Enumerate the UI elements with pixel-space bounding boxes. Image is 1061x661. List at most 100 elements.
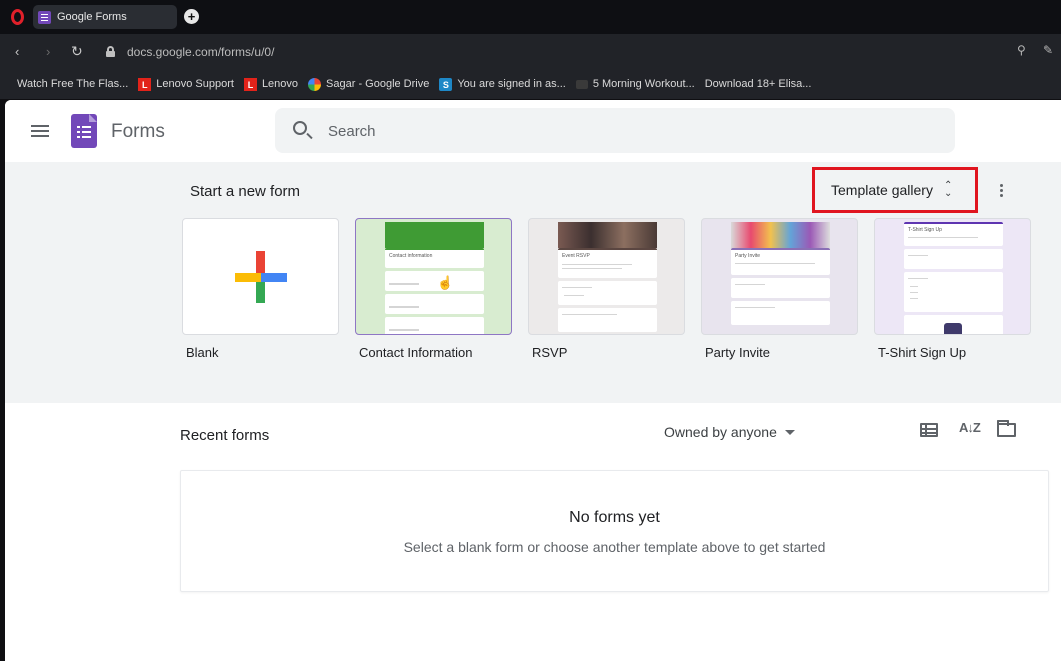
owner-filter-label: Owned by anyone [664, 424, 777, 440]
back-arrow-icon[interactable]: ‹ [15, 44, 19, 59]
template-rsvp[interactable]: Event RSVP RSVP [528, 218, 685, 360]
bookmark-label: Sagar - Google Drive [326, 78, 430, 90]
search-bar[interactable]: Search [275, 108, 955, 153]
logo-dot [77, 131, 80, 133]
template-name: Party Invite [705, 345, 771, 360]
lenovo-icon: L [243, 77, 257, 91]
tab-google-forms[interactable]: Google Forms [33, 5, 177, 29]
more-options-icon[interactable] [1000, 184, 1004, 198]
bookmark-item[interactable]: Watch Free The Flas... [5, 78, 129, 182]
recent-forms-section: Recent forms Owned by anyone A↓Z No form… [5, 403, 1061, 661]
url-field[interactable]: docs.google.com/forms/u/0/ [127, 45, 274, 59]
mini-question-card [558, 308, 657, 332]
bookmark-item[interactable]: 5 Morning Workout... [575, 78, 695, 90]
mini-form-title: T-Shirt Sign Up [908, 227, 942, 233]
template-thumbnail[interactable]: Event RSVP [528, 218, 685, 335]
forms-logo-icon[interactable] [71, 114, 97, 148]
template-name: T-Shirt Sign Up [878, 345, 967, 360]
bookmark-item[interactable]: Download 18+ Elisa... [5, 78, 812, 182]
template-thumbnail[interactable]: Contact information ☝ [355, 218, 512, 335]
mini-title-card: Event RSVP [558, 248, 657, 278]
mini-question-card [731, 278, 830, 298]
logo-dot [77, 126, 80, 128]
main-menu-icon[interactable] [31, 125, 49, 127]
owner-filter-dropdown[interactable]: Owned by anyone [664, 424, 795, 440]
zoom-icon[interactable]: ⚲ [1017, 43, 1026, 57]
hand-cursor-icon: ☝ [437, 275, 454, 290]
edit-icon[interactable]: ✎ [1043, 43, 1053, 57]
template-name: RSVP [532, 345, 568, 360]
lenovo-icon: L [138, 77, 152, 91]
start-new-form-section: Start a new form Template gallery ⌃ ⌄ Bla… [5, 162, 1061, 403]
app-header: Forms Search [5, 100, 1061, 162]
forward-arrow-icon[interactable]: › [46, 44, 50, 59]
template-header-image [558, 222, 657, 248]
template-name: Blank [186, 345, 219, 360]
template-thumbnail[interactable]: T-Shirt Sign Up [874, 218, 1031, 335]
bookmark-label: You are signed in as... [457, 78, 566, 90]
bookmark-label: Lenovo [261, 78, 299, 90]
forms-favicon-icon [38, 10, 51, 24]
logo-line [82, 136, 91, 138]
address-bar: ‹ › ↻ docs.google.com/forms/u/0/ ⚲ ✎ [0, 34, 1061, 69]
bookmark-item[interactable]: L Lenovo Support [138, 77, 234, 91]
bookmark-label: 5 Morning Workout... [592, 78, 695, 90]
bookmark-item[interactable]: Sagar - Google Drive [308, 77, 430, 91]
tab-title: Google Forms [57, 11, 127, 23]
bookmarks-bar: Watch Free The Flas... L Lenovo Support L… [0, 69, 1061, 182]
bookmark-item[interactable]: S You are signed in as... [439, 77, 566, 91]
mini-question-card [904, 272, 1003, 312]
template-header-image [385, 222, 484, 248]
empty-state-subtitle: Select a blank form or choose another te… [403, 539, 826, 555]
browser-tab-bar: Google Forms + [0, 0, 1061, 34]
sort-az-icon[interactable]: A↓Z [959, 420, 981, 435]
mini-title-card: Contact information [385, 248, 484, 268]
bookmark-label: Watch Free The Flas... [17, 78, 129, 90]
mini-question-card [731, 301, 830, 325]
mini-question-card [385, 271, 484, 291]
mini-question-card [385, 317, 484, 334]
template-name: Contact Information [359, 345, 473, 360]
search-icon[interactable] [293, 121, 307, 135]
mini-form-title: Party Invite [735, 253, 761, 259]
reload-icon[interactable]: ↻ [71, 44, 83, 59]
bookmark-item[interactable]: L Lenovo [243, 77, 299, 91]
lock-icon[interactable] [106, 46, 115, 57]
mini-form-title: Contact information [389, 253, 433, 259]
video-icon [575, 79, 588, 89]
template-contact-information[interactable]: Contact information ☝ Contact Informatio… [355, 218, 512, 360]
template-thumbnail[interactable] [182, 218, 339, 335]
empty-state-card: No forms yet Select a blank form or choo… [180, 470, 1049, 592]
mini-title-card: Party Invite [731, 248, 830, 275]
mini-title-card: T-Shirt Sign Up [904, 222, 1003, 246]
forms-page: Forms Search Start a new form Template g… [5, 100, 1061, 661]
opera-logo-icon[interactable] [11, 9, 24, 25]
logo-line [82, 126, 91, 128]
mini-question-card [904, 249, 1003, 269]
plus-icon-bar [235, 273, 287, 282]
mini-question-card [558, 281, 657, 305]
logo-dot [77, 136, 80, 138]
template-thumbnail[interactable]: Party Invite [701, 218, 858, 335]
app-title[interactable]: Forms [111, 121, 165, 143]
mini-question-card [904, 315, 1003, 334]
empty-state-title: No forms yet [569, 509, 660, 526]
caret-down-icon [784, 429, 795, 435]
template-tshirt-sign-up[interactable]: T-Shirt Sign Up T-Shirt Sign Up [874, 218, 1031, 360]
template-header-image [731, 222, 830, 248]
section-title: Start a new form [190, 183, 301, 200]
google-icon [308, 77, 322, 91]
template-blank[interactable]: Blank [182, 218, 339, 360]
template-party-invite[interactable]: Party Invite Party Invite [701, 218, 858, 360]
bookmark-label: Lenovo Support [156, 78, 234, 90]
section-title: Recent forms [180, 427, 270, 444]
bookmark-label: Download 18+ Elisa... [704, 78, 812, 90]
search-input[interactable]: Search [328, 123, 376, 140]
mini-question-card [385, 294, 484, 314]
mini-form-title: Event RSVP [562, 253, 590, 259]
folder-icon[interactable] [997, 420, 1016, 437]
template-gallery-button[interactable]: Template gallery ⌃ ⌄ [831, 181, 952, 199]
logo-line [82, 131, 91, 133]
new-tab-plus-icon[interactable]: + [184, 9, 199, 24]
list-view-icon[interactable] [920, 423, 938, 437]
